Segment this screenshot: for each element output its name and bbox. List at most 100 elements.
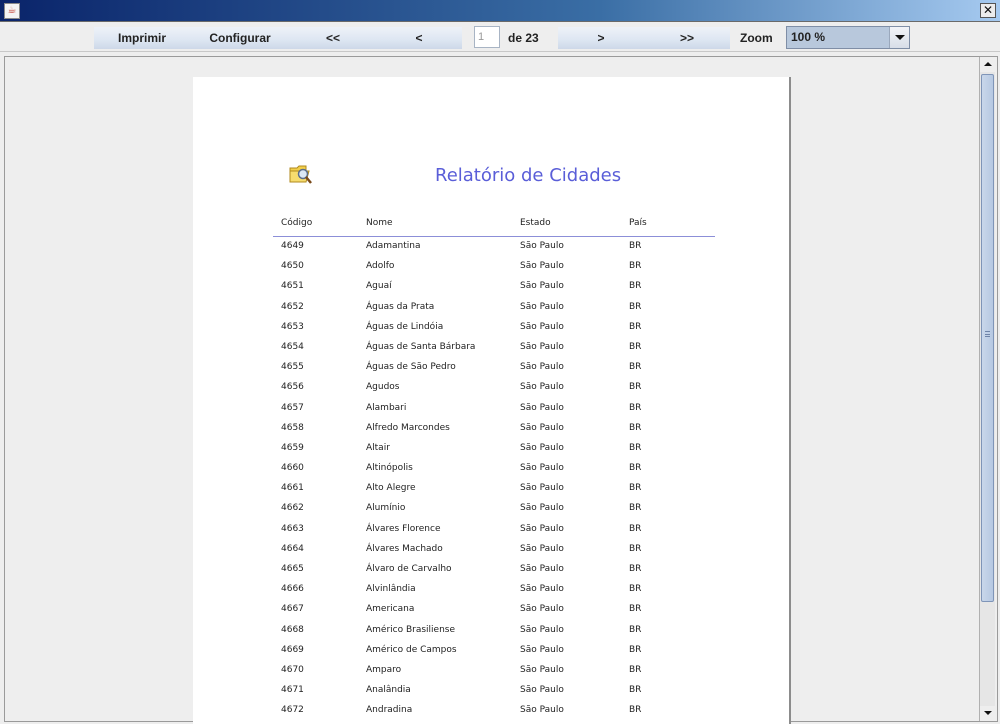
cell-state: São Paulo	[520, 402, 564, 413]
cell-name: Adolfo	[366, 261, 395, 272]
column-header-state: Estado	[520, 218, 551, 228]
cell-code: 4661	[281, 483, 304, 494]
first-page-button[interactable]: <<	[290, 27, 376, 49]
cell-country: BR	[629, 281, 642, 292]
cell-name: Americana	[366, 604, 415, 615]
table-row: 4667 Americana São Paulo BR	[193, 602, 791, 622]
cell-name: Álvares Florence	[366, 523, 441, 534]
cell-state: São Paulo	[520, 503, 564, 514]
table-row: 4655 Águas de São Pedro São Paulo BR	[193, 360, 791, 380]
table-row: 4671 Analândia São Paulo BR	[193, 683, 791, 703]
cell-state: São Paulo	[520, 241, 564, 251]
report-title: Relatório de Cidades	[435, 165, 622, 186]
cell-code: 4671	[281, 685, 304, 696]
cell-country: BR	[629, 543, 642, 554]
cell-name: Adamantina	[366, 241, 421, 251]
print-button[interactable]: Imprimir	[94, 27, 190, 49]
cell-name: Águas de São Pedro	[366, 362, 456, 373]
table-row: 4659 Altair São Paulo BR	[193, 441, 791, 461]
cell-country: BR	[629, 261, 642, 272]
last-page-button[interactable]: >>	[644, 27, 730, 49]
cell-name: Aguaí	[366, 281, 392, 292]
cell-country: BR	[629, 664, 642, 675]
page-number-input[interactable]: 1	[474, 26, 500, 48]
cell-code: 4663	[281, 523, 304, 534]
cell-code: 4656	[281, 382, 304, 393]
cell-code: 4667	[281, 604, 304, 615]
viewer-toolbar: Imprimir Configurar << < 1 de 23 > >> Zo…	[0, 22, 1000, 52]
cell-state: São Paulo	[520, 442, 564, 453]
cell-state: São Paulo	[520, 564, 564, 574]
cell-country: BR	[629, 301, 642, 312]
java-icon: ☕	[4, 3, 20, 19]
cell-code: 4664	[281, 543, 304, 554]
vertical-scrollbar[interactable]	[979, 57, 995, 721]
zoom-select[interactable]: 100 %	[786, 26, 910, 49]
cell-name: Altair	[366, 442, 390, 453]
report-page: Relatório de Cidades Código Nome Estado …	[193, 77, 791, 724]
cell-code: 4662	[281, 503, 304, 514]
table-row: 4661 Alto Alegre São Paulo BR	[193, 481, 791, 501]
cell-code: 4655	[281, 362, 304, 373]
table-row: 4666 Alvinlândia São Paulo BR	[193, 582, 791, 602]
cell-name: Altinópolis	[366, 463, 413, 474]
table-row: 4663 Álvares Florence São Paulo BR	[193, 522, 791, 542]
table-row: 4651 Aguaí São Paulo BR	[193, 279, 791, 299]
scroll-down-icon[interactable]	[980, 706, 995, 721]
cell-state: São Paulo	[520, 604, 564, 615]
page-count-label: de 23	[508, 31, 539, 45]
cell-country: BR	[629, 463, 642, 474]
table-row: 4670 Amparo São Paulo BR	[193, 663, 791, 683]
cell-name: Américo de Campos	[366, 644, 457, 655]
cell-state: São Paulo	[520, 341, 564, 352]
cell-country: BR	[629, 483, 642, 494]
cell-country: BR	[629, 321, 642, 332]
cell-state: São Paulo	[520, 584, 564, 595]
cell-name: Agudos	[366, 382, 400, 393]
cell-name: Álvaro de Carvalho	[366, 564, 452, 574]
zoom-label: Zoom	[740, 31, 773, 45]
cell-name: Andradina	[366, 705, 413, 716]
close-window-button[interactable]: ✕	[980, 3, 996, 18]
cell-code: 4666	[281, 584, 304, 595]
cell-country: BR	[629, 422, 642, 433]
cell-state: São Paulo	[520, 382, 564, 393]
report-rows: 4649 Adamantina São Paulo BR 4650 Adolfo São P…	[193, 239, 791, 724]
cell-state: São Paulo	[520, 624, 564, 635]
scrollbar-thumb[interactable]	[981, 74, 994, 602]
cell-name: Álvares Machado	[366, 543, 443, 554]
cell-state: São Paulo	[520, 685, 564, 696]
cell-country: BR	[629, 442, 642, 453]
cell-country: BR	[629, 241, 642, 251]
cell-country: BR	[629, 503, 642, 514]
scroll-up-icon[interactable]	[980, 57, 995, 72]
table-row: 4669 Américo de Campos São Paulo BR	[193, 643, 791, 663]
configure-button[interactable]: Configurar	[190, 27, 290, 49]
cell-name: Analândia	[366, 685, 411, 696]
header-divider	[273, 236, 715, 237]
folder-magnifier-icon	[289, 165, 312, 184]
cell-name: Águas de Santa Bárbara	[366, 341, 476, 352]
cell-state: São Paulo	[520, 321, 564, 332]
cell-country: BR	[629, 402, 642, 413]
cell-code: 4657	[281, 402, 304, 413]
cell-country: BR	[629, 382, 642, 393]
chevron-down-icon[interactable]	[889, 27, 909, 48]
cell-code: 4653	[281, 321, 304, 332]
cell-country: BR	[629, 624, 642, 635]
table-row: 4653 Águas de Lindóia São Paulo BR	[193, 320, 791, 340]
cell-state: São Paulo	[520, 362, 564, 373]
cell-state: São Paulo	[520, 301, 564, 312]
cell-country: BR	[629, 341, 642, 352]
next-page-button[interactable]: >	[558, 27, 644, 49]
cell-name: Águas de Lindóia	[366, 321, 444, 332]
column-header-name: Nome	[366, 218, 393, 228]
table-row: 4654 Águas de Santa Bárbara São Paulo BR	[193, 340, 791, 360]
previous-page-button[interactable]: <	[376, 27, 462, 49]
table-row: 4650 Adolfo São Paulo BR	[193, 259, 791, 279]
cell-state: São Paulo	[520, 523, 564, 534]
table-row: 4657 Alambari São Paulo BR	[193, 401, 791, 421]
cell-code: 4651	[281, 281, 304, 292]
cell-code: 4658	[281, 422, 304, 433]
cell-state: São Paulo	[520, 543, 564, 554]
